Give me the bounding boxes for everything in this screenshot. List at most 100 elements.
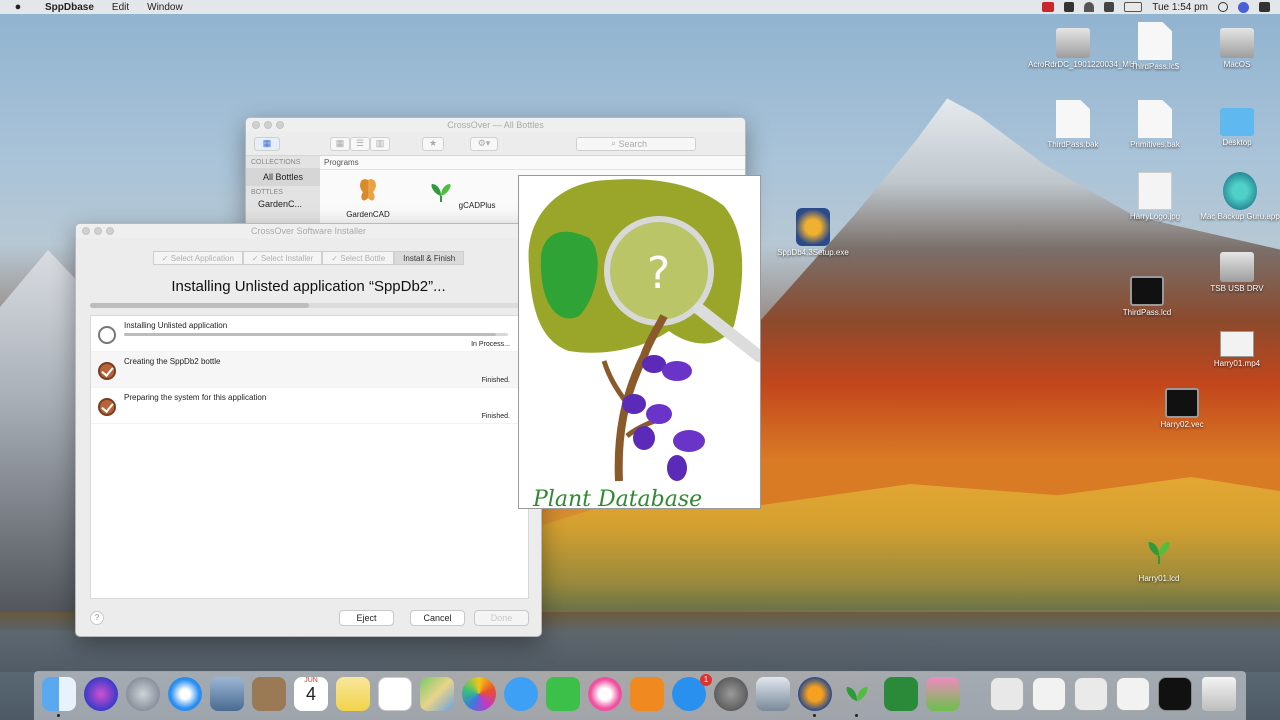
installer-titlebar: CrossOver Software Installer (76, 224, 541, 238)
crossover-icon[interactable] (798, 677, 832, 711)
gear-menu-icon[interactable]: ⚙▾ (470, 136, 498, 151)
launchpad-icon[interactable] (126, 677, 160, 711)
volume-icon[interactable] (1104, 2, 1115, 12)
wifi-icon[interactable] (1084, 2, 1095, 12)
notes-icon[interactable] (336, 677, 370, 711)
dock: JUN 4 1 (34, 671, 1246, 720)
itunes-icon[interactable] (588, 677, 622, 711)
safari-icon[interactable] (168, 677, 202, 711)
desktop-icon-primitives-bak[interactable]: Primitives.bak (1110, 100, 1200, 150)
desktop-icon-acrordr[interactable]: AcroRdrDC_1901220034_MUI (1028, 22, 1137, 70)
status-app-icon[interactable] (1064, 2, 1075, 12)
desktop-icon-thirdpass-lcd[interactable]: ThirdPass.lcd (1102, 270, 1192, 318)
preview-icon[interactable] (756, 677, 790, 711)
list-view-icon[interactable]: ☰ (350, 136, 370, 151)
plant-database-splash: ? Plant Database (518, 175, 761, 509)
search-placeholder: Search (618, 138, 648, 149)
terminal-stack-icon[interactable] (1158, 677, 1192, 711)
minimize-icon[interactable] (264, 121, 272, 129)
leaf-icon (1148, 542, 1170, 564)
programs-header: Programs (320, 156, 745, 170)
crossover-installer-window: CrossOver Software Installer ✓ Select Ap… (75, 223, 542, 637)
sidebar-item-all-bottles[interactable]: All Bottles (246, 168, 320, 186)
menu-window[interactable]: Window (138, 2, 192, 13)
exe-installer-icon (796, 208, 830, 246)
zoom-icon[interactable] (276, 121, 284, 129)
file-stack-icon[interactable] (1116, 677, 1150, 711)
step-select-bottle[interactable]: ✓ Select Bottle (322, 251, 395, 265)
facetime-icon[interactable] (546, 677, 580, 711)
desktop-icon-harry01-mp4[interactable]: Harry01.mp4 (1192, 323, 1280, 369)
contacts-icon[interactable] (252, 677, 286, 711)
desktop-icon-harry02-vec[interactable]: Harry02.vec (1137, 382, 1227, 430)
maps-icon[interactable] (420, 677, 454, 711)
status-red-icon[interactable] (1042, 2, 1055, 12)
desktop-icon-harry01-lcd[interactable]: Harry01.lcd (1114, 532, 1204, 584)
installer-window-title: CrossOver Software Installer (250, 226, 367, 236)
notification-center-icon[interactable] (1259, 2, 1270, 12)
desktop-icon-macos[interactable]: MacOS (1192, 22, 1280, 70)
task-row: Installing Unlisted application In Proce… (91, 316, 528, 352)
favorite-star-icon[interactable]: ★ (422, 136, 444, 151)
menu-clock[interactable]: Tue 1:54 pm (1152, 2, 1208, 13)
desktop-icon-thirdpass-bak[interactable]: ThirdPass.bak (1028, 100, 1118, 150)
done-button[interactable]: Done (474, 610, 529, 626)
zoom-icon[interactable] (106, 227, 114, 235)
desktop-icon-tsb-usb[interactable]: TSB USB DRV (1192, 246, 1280, 294)
bottles-window-title: CrossOver — All Bottles (447, 120, 544, 130)
folder-icon (1220, 108, 1254, 136)
image-stack-icon[interactable] (1074, 677, 1108, 711)
download-stack-icon[interactable] (990, 677, 1024, 711)
sppdbase-leaf-icon[interactable] (840, 677, 874, 711)
grid-view-icon[interactable]: ▦ (330, 136, 350, 151)
close-icon[interactable] (252, 121, 260, 129)
desktop-icon-mac-backup-guru[interactable]: Mac Backup Guru.app (1195, 172, 1280, 222)
desktop-icon-sppdb-setup[interactable]: SppDb4.3Setup.exe (768, 208, 858, 258)
spotlight-search-icon[interactable] (1218, 2, 1228, 12)
step-select-application[interactable]: ✓ Select Application (152, 251, 243, 265)
ibooks-icon[interactable] (630, 677, 664, 711)
installer-heading: Installing Unlisted application “SppDb2”… (171, 278, 446, 295)
bottles-view-icon[interactable]: ▦ (254, 136, 280, 151)
gardencad-c-icon[interactable] (884, 677, 918, 711)
menu-edit[interactable]: Edit (103, 2, 138, 13)
close-icon[interactable] (82, 227, 90, 235)
step-select-installer[interactable]: ✓ Select Installer (242, 251, 323, 265)
photos-icon[interactable] (462, 677, 496, 711)
program-label: GardenCAD (346, 210, 390, 219)
minimize-icon[interactable] (94, 227, 102, 235)
desktop-icon-desktop-folder[interactable]: Desktop (1192, 100, 1280, 148)
program-gcadplus[interactable]: gCADPlus (426, 176, 496, 210)
user-avatar-icon[interactable] (1238, 1, 1249, 13)
finder-icon[interactable] (42, 677, 76, 711)
help-button[interactable]: ? (90, 611, 104, 625)
document-stack-icon[interactable] (1032, 677, 1066, 711)
sidebar-item-gardencad-bottle[interactable]: GardenC... (246, 196, 320, 212)
reminders-icon[interactable] (378, 677, 412, 711)
apple-menu-icon[interactable]: ● (0, 1, 36, 13)
desktop-icon-harrylogo[interactable]: HarryLogo.jpg (1110, 172, 1200, 222)
hard-drive-icon (1220, 28, 1254, 58)
task-list: Installing Unlisted application In Proce… (90, 315, 529, 599)
desktop-icon-thirdpass-lcs[interactable]: ThirdPass.lc$ (1110, 22, 1200, 72)
trash-icon[interactable] (1202, 677, 1236, 711)
bottles-search-field[interactable]: ⌕ Search (576, 136, 696, 151)
calendar-day: 4 (305, 684, 316, 704)
document-icon (1138, 100, 1172, 138)
siri-icon[interactable] (84, 677, 118, 711)
mail-icon[interactable] (210, 677, 244, 711)
menu-app-name[interactable]: SppDbase (36, 2, 103, 13)
program-gardencad[interactable]: GardenCAD (333, 176, 403, 219)
step-install-finish[interactable]: Install & Finish (394, 251, 465, 265)
messages-icon[interactable] (504, 677, 538, 711)
image-thumbnail-icon (1138, 172, 1172, 210)
garden-app-icon[interactable] (926, 677, 960, 711)
leaf-icon (431, 184, 451, 202)
eject-button[interactable]: Eject (339, 610, 394, 626)
system-preferences-icon[interactable] (714, 677, 748, 711)
battery-icon[interactable] (1124, 2, 1143, 12)
column-view-icon[interactable]: ▥ (370, 136, 390, 151)
cancel-button[interactable]: Cancel (410, 610, 465, 626)
task-label: Creating the SppDb2 bottle (124, 357, 221, 366)
calendar-icon[interactable]: JUN 4 (294, 677, 328, 711)
